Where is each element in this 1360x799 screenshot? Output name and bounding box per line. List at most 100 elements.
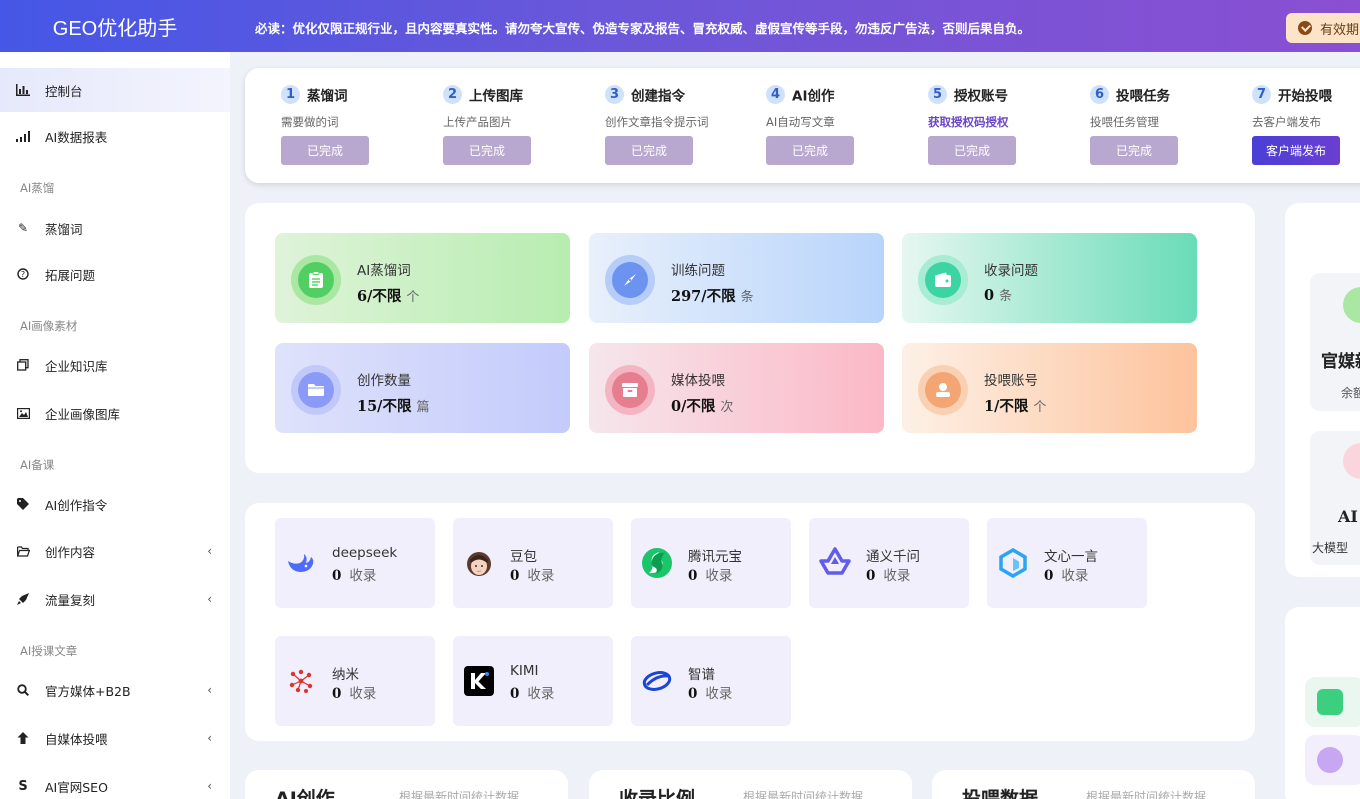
sidebar-item-dashboard[interactable]: 控制台 bbox=[0, 68, 230, 112]
sidebar-item-label: AI创作指令 bbox=[45, 497, 108, 513]
user-avatar-icon bbox=[1317, 747, 1343, 773]
sidebar-group-title: AI蒸馏 bbox=[20, 181, 55, 195]
sidebar-item-image-gallery[interactable]: 企业画像图库 bbox=[0, 391, 230, 435]
platform-zhipu[interactable]: 智谱 0 收录 bbox=[631, 636, 791, 726]
card-title: 投喂数据 bbox=[962, 788, 1039, 799]
platform-wenxin[interactable]: 文心一言 0 收录 bbox=[987, 518, 1147, 608]
signal-icon bbox=[16, 129, 30, 143]
step-title: 开始投喂 bbox=[1278, 88, 1332, 105]
step-item: 6 投喂任务 投喂任务管理 已完成 bbox=[1090, 84, 1240, 165]
wenxin-icon bbox=[997, 547, 1029, 579]
deepseek-whale-icon bbox=[285, 547, 317, 579]
step-item: 3 创建指令 创作文章指令提示词 已完成 bbox=[605, 84, 755, 165]
step-done-button[interactable]: 已完成 bbox=[766, 135, 854, 165]
sidebar-item-label: 创作内容 bbox=[45, 544, 96, 560]
step-desc: 上传产品图片 bbox=[443, 114, 512, 129]
shield-check-icon bbox=[1298, 21, 1312, 35]
platform-yuanbao[interactable]: 腾讯元宝 0 收录 bbox=[631, 518, 791, 608]
platform-doubao[interactable]: 豆包 0 收录 bbox=[453, 518, 613, 608]
sidebar-item-traffic-copy[interactable]: 流量复刻 ‹ bbox=[0, 577, 230, 621]
sidebar-item-website-seo[interactable]: S AI官网SEO ‹ bbox=[0, 764, 230, 799]
step-number: 3 bbox=[605, 85, 624, 104]
validity-button[interactable]: 有效期 bbox=[1286, 13, 1360, 43]
sidebar-item-content[interactable]: 创作内容 ‹ bbox=[0, 529, 230, 573]
stat-feed-accounts[interactable]: 投喂账号 1/不限个 bbox=[902, 343, 1197, 433]
question-circle-icon: ? bbox=[16, 267, 30, 281]
platform-deepseek[interactable]: deepseek 0 收录 bbox=[275, 518, 435, 608]
step-desc-link[interactable]: 获取授权码授权 bbox=[928, 114, 1078, 129]
list-item[interactable] bbox=[1305, 677, 1360, 727]
right-panel-card-lower bbox=[1285, 607, 1360, 799]
step-done-button[interactable]: 已完成 bbox=[443, 135, 531, 165]
stat-creation-count[interactable]: 创作数量 15/不限篇 bbox=[275, 343, 570, 433]
step-number: 1 bbox=[281, 85, 300, 104]
stat-icon-ring bbox=[291, 255, 341, 305]
step-desc: 创作文章指令提示词 bbox=[605, 114, 709, 129]
workflow-steps: 1 蒸馏词 需要做的词 已完成 2 上传图库 上传产品图片 已完成 3 创建指令 创作… bbox=[245, 68, 1360, 183]
dollar-s-icon: S bbox=[18, 778, 28, 794]
stat-indexed-questions[interactable]: 收录问题 0条 bbox=[902, 233, 1197, 323]
step-title: 蒸馏词 bbox=[307, 88, 348, 105]
stat-distill-words[interactable]: AI蒸馏词 6/不限个 bbox=[275, 233, 570, 323]
top-header: GEO优化助手 必读：优化仅限正规行业，且内容要真实性。请勿夸大宣传、伪造专家及… bbox=[0, 0, 1360, 52]
step-item: 4 AI创作 AI自动写文章 已完成 bbox=[766, 84, 916, 165]
step-done-button[interactable]: 已完成 bbox=[928, 135, 1016, 165]
tag-fill-icon bbox=[16, 497, 30, 511]
platforms-card: deepseek 0 收录 豆包 0 收录 腾讯元宝 0 收录 通义千问 0 收录 文心… bbox=[245, 503, 1255, 741]
step-done-button[interactable]: 已完成 bbox=[605, 135, 693, 165]
platform-tongyi[interactable]: 通义千问 0 收录 bbox=[809, 518, 969, 608]
step-done-button[interactable]: 已完成 bbox=[1090, 135, 1178, 165]
list-item[interactable] bbox=[1305, 735, 1360, 785]
platform-name: deepseek bbox=[332, 545, 398, 561]
chevron-left-icon: ‹ bbox=[207, 683, 212, 697]
stat-media-feed[interactable]: 媒体投喂 0/不限次 bbox=[589, 343, 884, 433]
stat-label: 收录问题 bbox=[984, 263, 1038, 279]
step-number: 6 bbox=[1090, 85, 1109, 104]
index-ratio-card: 收录比例 根据最新时间统计数据 bbox=[589, 770, 912, 799]
sidebar-item-extend-questions[interactable]: ? 拓展问题 bbox=[0, 252, 230, 296]
stat-value: 1/不限个 bbox=[984, 398, 1047, 415]
official-media-box[interactable]: 官媒新 余额 bbox=[1310, 273, 1360, 411]
card-subtitle: 根据最新时间统计数据 bbox=[743, 790, 864, 799]
platform-name: 文心一言 bbox=[1044, 549, 1098, 565]
platform-count: 0 收录 bbox=[688, 686, 733, 702]
sidebar-item-label: 官方媒体+B2B bbox=[45, 683, 131, 699]
client-publish-button[interactable]: 客户端发布 bbox=[1252, 135, 1340, 165]
step-title: 上传图库 bbox=[469, 88, 523, 105]
step-number: 7 bbox=[1252, 85, 1271, 104]
sidebar-item-ai-report[interactable]: AI数据报表 bbox=[0, 114, 230, 158]
ai-model-box[interactable]: AI 大模型 bbox=[1310, 431, 1360, 565]
sidebar-item-label: 控制台 bbox=[45, 83, 83, 99]
clipboard-icon bbox=[298, 262, 334, 298]
step-done-button[interactable]: 已完成 bbox=[281, 135, 369, 165]
stat-icon-ring bbox=[918, 255, 968, 305]
feed-data-card: 投喂数据 根据最新时间统计数据 bbox=[932, 770, 1255, 799]
svg-text:?: ? bbox=[21, 270, 25, 279]
step-title: 投喂任务 bbox=[1116, 88, 1170, 105]
platform-count: 0 收录 bbox=[332, 568, 377, 584]
folder-icon bbox=[298, 372, 334, 408]
sidebar-item-self-media[interactable]: 自媒体投喂 ‹ bbox=[0, 716, 230, 760]
chevron-left-icon: ‹ bbox=[207, 731, 212, 745]
box-title: AI bbox=[1338, 507, 1358, 526]
platform-nami[interactable]: 纳米 0 收录 bbox=[275, 636, 435, 726]
box-title: 官媒新 bbox=[1321, 352, 1360, 372]
platform-count: 0 收录 bbox=[510, 686, 555, 702]
sidebar-item-label: 拓展问题 bbox=[45, 267, 96, 283]
sidebar-item-official-media[interactable]: 官方媒体+B2B ‹ bbox=[0, 668, 230, 712]
stat-icon-ring bbox=[605, 255, 655, 305]
step-desc: 投喂任务管理 bbox=[1090, 114, 1159, 129]
platform-kimi[interactable]: KIMI 0 收录 bbox=[453, 636, 613, 726]
sidebar-item-ai-instructions[interactable]: AI创作指令 bbox=[0, 482, 230, 526]
platform-name: 通义千问 bbox=[866, 549, 920, 565]
sidebar-item-knowledge-base[interactable]: 企业知识库 bbox=[0, 343, 230, 387]
stat-value: 0条 bbox=[984, 287, 1013, 304]
card-subtitle: 根据最新时间统计数据 bbox=[1086, 790, 1207, 799]
clipboard-check-icon bbox=[1317, 689, 1343, 715]
stat-training-questions[interactable]: 训练问题 297/不限条 bbox=[589, 233, 884, 323]
box-subtitle: 大模型 bbox=[1312, 541, 1349, 555]
stat-value: 6/不限个 bbox=[357, 288, 420, 305]
app-logo[interactable]: GEO优化助手 bbox=[0, 0, 230, 52]
sidebar-item-keywords[interactable]: ✎ 蒸馏词 bbox=[0, 206, 230, 250]
step-item: 2 上传图库 上传产品图片 已完成 bbox=[443, 84, 593, 165]
